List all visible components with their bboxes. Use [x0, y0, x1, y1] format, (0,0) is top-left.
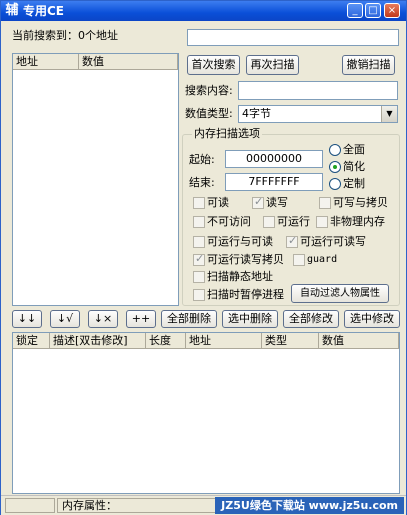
add-manual-button[interactable]: ++	[126, 310, 156, 328]
check-readable[interactable]	[193, 197, 205, 209]
check-static-address-label: 扫描静态地址	[207, 270, 273, 283]
table-col-lock[interactable]: 锁定	[13, 333, 50, 349]
end-address-input[interactable]: 7FFFFFFF	[225, 173, 323, 191]
check-writecopy[interactable]	[319, 197, 331, 209]
app-icon: 辅	[5, 3, 19, 18]
chevron-down-icon[interactable]: ▼	[381, 106, 397, 122]
radio-custom[interactable]	[329, 178, 341, 190]
check-static-address[interactable]	[193, 271, 205, 283]
check-exec-readwrite-copy-label: 可运行读写拷贝	[207, 253, 284, 266]
radio-full[interactable]	[329, 144, 341, 156]
check-pause-process[interactable]	[193, 289, 205, 301]
undo-scan-button[interactable]: 撤销扫描	[342, 55, 395, 75]
status-bar: 内存属性： JZ5U绿色下载站 www.jz5u.com	[1, 495, 406, 515]
radio-simplified[interactable]	[329, 161, 341, 173]
check-exec-read[interactable]	[193, 236, 205, 248]
check-executable[interactable]	[263, 216, 275, 228]
check-exec-read-label: 可运行与可读	[207, 235, 273, 248]
check-writecopy-label: 可写与拷贝	[333, 196, 388, 209]
results-col-value[interactable]: 数值	[79, 54, 178, 70]
end-address-label: 结束:	[189, 176, 215, 189]
check-nonphysical[interactable]	[316, 216, 328, 228]
memory-attr-label: 内存属性：	[57, 498, 222, 513]
status-cell-left	[5, 498, 55, 513]
value-type-select[interactable]: 4字节 ▼	[238, 105, 398, 123]
check-readable-label: 可读	[207, 196, 229, 209]
window-title: 专用CE	[23, 4, 65, 18]
table-col-value[interactable]: 数值	[319, 333, 399, 349]
memory-options-title: 内存扫描选项	[192, 127, 262, 141]
title-bar[interactable]: 辅 专用CE _ □ ×	[1, 1, 406, 21]
table-col-description[interactable]: 描述[双击修改]	[50, 333, 146, 349]
check-noaccess[interactable]	[193, 216, 205, 228]
check-exec-readwrite-label: 可运行可读写	[300, 235, 366, 248]
radio-full-label: 全面	[343, 143, 365, 156]
value-type-selected: 4字节	[242, 107, 271, 120]
first-scan-button[interactable]: 首次搜索	[187, 55, 240, 75]
results-list[interactable]: 地址 数值	[12, 53, 179, 306]
remove-button[interactable]: ↓×	[88, 310, 118, 328]
address-table[interactable]: 锁定 描述[双击修改] 长度 地址 类型 数值	[12, 332, 400, 494]
check-noaccess-label: 不可访问	[207, 215, 251, 228]
check-exec-readwrite[interactable]	[286, 234, 298, 248]
scan-progress-bar	[187, 29, 399, 46]
table-col-address[interactable]: 地址	[186, 333, 262, 349]
check-executable-label: 可运行	[277, 215, 310, 228]
check-exec-readwrite-copy[interactable]	[193, 252, 205, 266]
modify-selected-button[interactable]: 选中修改	[344, 310, 400, 328]
results-col-address[interactable]: 地址	[13, 54, 79, 70]
radio-simplified-label: 简化	[343, 160, 365, 173]
check-readwrite-label: 读写	[266, 196, 288, 209]
search-content-input[interactable]	[238, 81, 398, 100]
delete-all-button[interactable]: 全部删除	[161, 310, 217, 328]
add-all-button[interactable]: ↓↓	[12, 310, 42, 328]
check-pause-process-label: 扫描时暂停进程	[207, 288, 284, 301]
table-col-length[interactable]: 长度	[146, 333, 186, 349]
watermark-banner: JZ5U绿色下载站 www.jz5u.com	[215, 497, 404, 514]
start-address-input[interactable]: 00000000	[225, 150, 323, 168]
check-guard-label: guard	[307, 254, 338, 265]
add-selected-button[interactable]: ↓√	[50, 310, 80, 328]
modify-all-button[interactable]: 全部修改	[283, 310, 339, 328]
search-content-label: 搜索内容:	[185, 84, 233, 97]
auto-filter-button[interactable]: 自动过滤人物属性	[291, 284, 389, 303]
table-col-type[interactable]: 类型	[262, 333, 319, 349]
minimize-button[interactable]: _	[347, 3, 363, 18]
main-window: 辅 专用CE _ □ × 当前搜索到：0个地址 地址 数值 首次搜索 再次扫描 …	[0, 0, 407, 515]
check-guard[interactable]	[293, 254, 305, 266]
next-scan-button[interactable]: 再次扫描	[246, 55, 299, 75]
close-button[interactable]: ×	[384, 3, 400, 18]
search-count-label: 当前搜索到：0个地址	[12, 29, 118, 42]
start-address-label: 起始:	[189, 153, 215, 166]
delete-selected-button[interactable]: 选中删除	[222, 310, 278, 328]
maximize-button[interactable]: □	[365, 3, 381, 18]
value-type-label: 数值类型:	[185, 107, 233, 120]
radio-custom-label: 定制	[343, 177, 365, 190]
check-nonphysical-label: 非物理内存	[330, 215, 385, 228]
check-readwrite[interactable]	[252, 195, 264, 209]
